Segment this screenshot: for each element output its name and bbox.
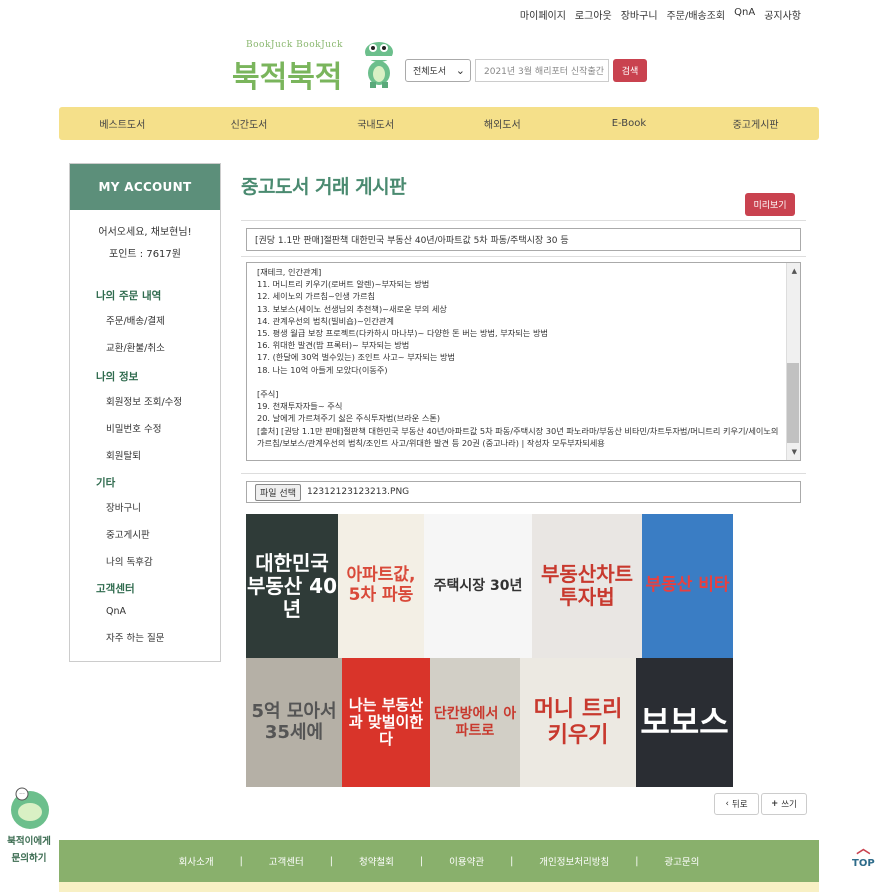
book-cover: 부동산 비타 <box>642 514 733 658</box>
sidebar-item-returns[interactable]: 교환/환불/취소 <box>106 340 220 354</box>
book-cover: 대한민국 부동산 40년 <box>246 514 338 658</box>
category-select-value: 전체도서 <box>413 67 447 77</box>
footer-withdrawal[interactable]: 청약철회 <box>333 854 420 868</box>
nav-ebook[interactable]: E-Book <box>569 118 689 129</box>
book-cover: 5억 모아서 35세에 <box>246 658 342 787</box>
plus-icon: + <box>771 799 779 809</box>
account-sidebar: MY ACCOUNT 어서오세요, 채보현님! 포인트 : 7617원 나의 주… <box>69 163 221 662</box>
footer-bottom-band <box>59 882 819 892</box>
scroll-top-button[interactable]: ︿ TOP <box>852 838 875 869</box>
divider <box>241 220 806 221</box>
book-cover: 아파트값, 5차 파동 <box>338 514 424 658</box>
footer-ads[interactable]: 광고문의 <box>638 854 725 868</box>
section-orders: 나의 주문 내역 <box>96 290 162 302</box>
book-cover: 보보스 <box>636 658 733 787</box>
footer-privacy[interactable]: 개인정보처리방침 <box>513 854 635 868</box>
logo-small-text: BookJuck BookJuck <box>246 40 343 50</box>
greeting-text: 어서오세요, 채보현님! <box>98 227 192 238</box>
divider <box>241 256 806 257</box>
user-greeting: 어서오세요, 채보현님! 포인트 : 7617원 <box>70 222 220 266</box>
sidebar-item-faq[interactable]: 자주 하는 질문 <box>106 630 220 644</box>
search-input[interactable]: 2021년 3월 해리포터 신작출간 <box>475 59 609 82</box>
util-notice[interactable]: 공지사항 <box>764 7 801 22</box>
file-select-button[interactable]: 파일 선택 <box>255 483 301 501</box>
section-support: 고객센터 <box>96 583 135 595</box>
section-etc: 기타 <box>96 477 116 489</box>
sidebar-item-edit-info[interactable]: 회원정보 조회/수정 <box>106 394 220 408</box>
chat-label-line1: 북적이에게 <box>7 836 51 847</box>
chevron-down-icon: ⌄ <box>455 64 465 77</box>
sidebar-header: MY ACCOUNT <box>70 164 220 210</box>
search-button[interactable]: 검색 <box>613 59 647 82</box>
util-logout[interactable]: 로그아웃 <box>575 7 612 22</box>
utility-nav: 마이페이지 로그아웃 장바구니 주문/배송조회 QnA 공지사항 <box>520 7 801 22</box>
scroll-down-icon[interactable]: ▼ <box>792 448 797 456</box>
nav-foreign[interactable]: 해외도서 <box>442 116 562 131</box>
sidebar-item-reviews[interactable]: 나의 독후감 <box>106 554 220 568</box>
book-cover: 부동산차트 투자법 <box>532 514 642 658</box>
nav-domestic[interactable]: 국내도서 <box>316 116 436 131</box>
back-label: 뒤로 <box>731 800 748 810</box>
footer-support[interactable]: 고객센터 <box>243 854 330 868</box>
sidebar-item-withdraw[interactable]: 회원탈퇴 <box>106 448 220 462</box>
chat-widget[interactable]: ··· 북적이에게 문의하기 <box>2 786 56 867</box>
util-order-status[interactable]: 주문/배송조회 <box>667 7 726 22</box>
category-select[interactable]: 전체도서 ⌄ <box>405 59 471 82</box>
sidebar-item-orders[interactable]: 주문/배송/결제 <box>106 313 220 327</box>
file-name: 12312123123213.PNG <box>306 487 410 497</box>
preview-button[interactable]: 미리보기 <box>745 193 795 216</box>
page-title: 중고도서 거래 게시판 <box>241 176 407 198</box>
chevron-left-icon: ‹ <box>725 799 729 809</box>
chevron-up-icon: ︿ <box>856 841 871 857</box>
points-text: 포인트 : 7617원 <box>109 249 181 260</box>
main-nav: 베스트도서 신간도서 국내도서 해외도서 E-Book 중고게시판 <box>59 107 819 140</box>
content-text: [재테크, 인간관계] 11. 머니트리 키우기(로버트 알렌)~부자되는 방법… <box>257 267 779 448</box>
site-logo[interactable]: BookJuck BookJuck 북적북적 <box>232 40 397 95</box>
util-cart[interactable]: 장바구니 <box>621 7 658 22</box>
nav-new-books[interactable]: 신간도서 <box>189 116 309 131</box>
top-label: TOP <box>852 858 875 869</box>
back-button[interactable]: ‹ 뒤로 <box>714 793 759 815</box>
write-label: 쓰기 <box>781 800 797 810</box>
book-cover: 단칸방에서 아파트로 <box>430 658 520 787</box>
book-cover: 머니 트리 키우기 <box>520 658 636 787</box>
uploaded-photo: 대한민국 부동산 40년 아파트값, 5차 파동 주택시장 30년 부동산차트 … <box>246 514 733 787</box>
nav-bestseller[interactable]: 베스트도서 <box>62 116 182 131</box>
logo-title: 북적북적 <box>232 60 343 95</box>
crocodile-mascot-icon <box>365 42 393 88</box>
book-cover: 나는 부동산과 맞벌이한다 <box>342 658 430 787</box>
subject-field[interactable]: [권당 1.1만 판매]절판책 대한민국 부동산 40년/아파트값 5차 파동/… <box>246 228 801 251</box>
sidebar-item-used-board[interactable]: 중고게시판 <box>106 527 220 541</box>
write-button[interactable]: + 쓰기 <box>761 793 807 815</box>
footer-terms[interactable]: 이용약관 <box>423 854 510 868</box>
section-myinfo: 나의 정보 <box>96 371 139 383</box>
book-cover: 주택시장 30년 <box>424 514 532 658</box>
crocodile-chat-icon: ··· <box>11 787 49 829</box>
scrollbar[interactable]: ▲ ▼ <box>786 263 800 460</box>
util-mypage[interactable]: 마이페이지 <box>520 7 566 22</box>
footer-company[interactable]: 회사소개 <box>153 854 240 868</box>
search-bar: 전체도서 ⌄ 2021년 3월 해리포터 신작출간 검색 <box>405 59 647 82</box>
divider <box>241 473 806 474</box>
footer-nav: 회사소개 | 고객센터 | 청약철회 | 이용약관 | 개인정보처리방침 | 광… <box>59 840 819 882</box>
sidebar-item-password[interactable]: 비밀번호 수정 <box>106 421 220 435</box>
file-input: 파일 선택 12312123123213.PNG <box>246 481 801 503</box>
scroll-up-icon[interactable]: ▲ <box>792 267 797 275</box>
util-qna[interactable]: QnA <box>734 7 755 22</box>
sidebar-item-cart[interactable]: 장바구니 <box>106 500 220 514</box>
svg-text:···: ··· <box>19 791 25 798</box>
sidebar-item-qna[interactable]: QnA <box>106 606 220 617</box>
nav-used-board[interactable]: 중고게시판 <box>696 116 816 131</box>
scroll-thumb[interactable] <box>787 363 799 443</box>
content-textarea[interactable]: [재테크, 인간관계] 11. 머니트리 키우기(로버트 알렌)~부자되는 방법… <box>246 262 801 461</box>
chat-label-line2: 문의하기 <box>11 853 47 864</box>
